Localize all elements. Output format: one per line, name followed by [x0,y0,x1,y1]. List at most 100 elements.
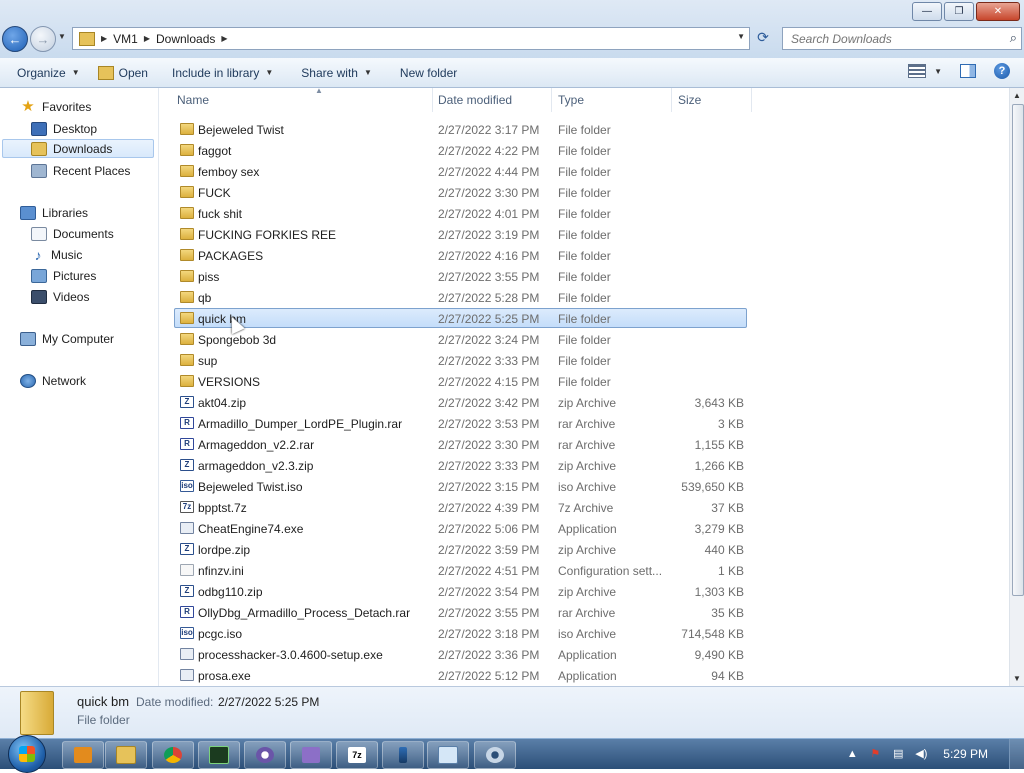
file-size: 94 KB [711,669,744,683]
file-row[interactable]: 7z bpptst.7z 2/27/2022 4:39 PM 7z Archive 37… [174,497,747,517]
refresh-button[interactable]: ⟳ [752,27,774,48]
chevron-right-icon[interactable]: ▶ [221,34,227,43]
file-row[interactable]: R OllyDbg_Armadillo_Process_Detach.rar 2/2… [174,602,747,622]
network-status-icon[interactable]: ▤ [891,747,905,761]
nav-downloads[interactable]: Downloads [2,139,154,158]
help-icon[interactable]: ? [994,63,1010,79]
file-row[interactable]: CheatEngine74.exe 2/27/2022 5:06 PM Applic… [174,518,747,538]
file-row[interactable]: VERSIONS 2/27/2022 4:15 PM File folder [174,371,747,391]
start-button[interactable] [8,735,46,773]
file-name: faggot [198,144,232,158]
maximize-button[interactable]: ❐ [944,2,974,21]
file-row[interactable]: R Armadillo_Dumper_LordPE_Plugin.rar 2/27/… [174,413,747,433]
organize-button[interactable]: Organize ▼ [8,61,89,85]
search-input[interactable] [789,30,1003,47]
file-row[interactable]: R Armageddon_v2.2.rar 2/27/2022 3:30 PM rar… [174,434,747,454]
taskbar-app-media-player[interactable] [62,741,104,769]
file-row[interactable]: fuck shit 2/27/2022 4:01 PM File folder [174,203,747,223]
column-header-date-modified[interactable]: Date modified [438,88,552,112]
taskbar-app-tool-gear[interactable] [244,741,286,769]
nav-favorites[interactable]: ★ Favorites [20,97,91,116]
file-date: 2/27/2022 3:42 PM [438,396,540,410]
file-name: pcgc.iso [198,627,243,641]
open-button[interactable]: Open [89,61,157,85]
search-box[interactable]: ⌕ [782,27,1022,50]
taskbar-app-chrome[interactable] [152,741,194,769]
taskbar: 7z ▲ ⚑ ▤ ◀) 5:29 PM [0,735,1024,773]
new-folder-button[interactable]: New folder [391,61,466,85]
taskbar-app-editor[interactable] [290,741,332,769]
file-row[interactable]: Zarmageddon_v2.3.zip 2/27/2022 3:33 PM zip… [174,455,747,475]
address-bar[interactable]: ▶ VM1 ▶ Downloads ▶ ▼ [72,27,750,50]
nav-libraries[interactable]: Libraries [20,203,88,222]
breadcrumb-vm1[interactable]: VM1 [113,32,138,46]
breadcrumb-downloads[interactable]: Downloads [156,32,215,46]
column-header-type[interactable]: Type [558,88,672,112]
file-row[interactable]: prosa.exe 2/27/2022 5:12 PM Application 94 … [174,665,747,685]
nav-pictures[interactable]: Pictures [31,266,96,285]
action-center-flag-icon[interactable]: ⚑ [868,747,882,761]
file-type: File folder [558,123,611,137]
taskbar-app-pen-tool[interactable] [382,741,424,769]
back-button[interactable]: ← [2,26,28,52]
folder-icon [116,746,136,764]
file-row[interactable]: qb 2/27/2022 5:28 PM File folder [174,287,747,307]
file-row[interactable]: femboy sex 2/27/2022 4:44 PM File folder [174,161,747,181]
column-header-size[interactable]: Size [678,88,752,112]
taskbar-app-file-explorer[interactable] [105,741,147,769]
vertical-scrollbar[interactable]: ▲ ▼ [1009,88,1024,686]
file-row[interactable]: PACKAGES 2/27/2022 4:16 PM File folder [174,245,747,265]
taskbar-app-settings-gear[interactable] [474,741,516,769]
clock[interactable]: 5:29 PM [943,747,988,761]
scroll-up-icon[interactable]: ▲ [1013,91,1021,100]
volume-icon[interactable]: ◀) [914,747,928,761]
forward-button[interactable]: → [30,26,56,52]
chevron-right-icon[interactable]: ▶ [101,34,107,43]
show-hidden-icons-icon[interactable]: ▲ [845,747,859,761]
file-row[interactable]: sup 2/27/2022 3:33 PM File folder [174,350,747,370]
file-row[interactable]: FUCKING FORKIES REE 2/27/2022 3:19 PM File… [174,224,747,244]
chevron-right-icon[interactable]: ▶ [144,34,150,43]
nav-network[interactable]: Network [20,371,86,390]
file-row[interactable]: Zlordpe.zip 2/27/2022 3:59 PM zip Archive 4… [174,539,747,559]
preview-pane-icon[interactable] [960,64,976,78]
share-with-button[interactable]: Share with ▼ [292,61,381,85]
column-header-name[interactable]: Name ▲ [177,86,433,112]
nav-my-computer-label: My Computer [42,331,115,346]
taskbar-app-terminal[interactable] [198,741,240,769]
search-icon[interactable]: ⌕ [1010,30,1017,46]
file-row[interactable]: Zodbg110.zip 2/27/2022 3:54 PM zip Archive… [174,581,747,601]
nav-documents[interactable]: Documents [31,224,114,243]
nav-recent-places[interactable]: Recent Places [31,161,130,180]
taskbar-app-7zip[interactable]: 7z [336,741,378,769]
file-row[interactable]: iso Bejeweled Twist.iso 2/27/2022 3:15 PM i… [174,476,747,496]
file-row[interactable]: processhacker-3.0.4600-setup.exe 2/27/202… [174,644,747,664]
scrollbar-thumb[interactable] [1012,104,1024,596]
include-in-library-button[interactable]: Include in library ▼ [163,61,282,85]
file-row[interactable]: faggot 2/27/2022 4:22 PM File folder [174,140,747,160]
file-row[interactable]: Bejeweled Twist 2/27/2022 3:17 PM File fol… [174,119,747,139]
file-row[interactable]: Zakt04.zip 2/27/2022 3:42 PM zip Archive 3,… [174,392,747,412]
videos-icon [31,289,47,304]
address-dropdown[interactable]: ▼ [737,32,745,41]
taskbar-app-notepad[interactable] [427,741,469,769]
show-desktop-button[interactable] [1009,739,1024,769]
organize-label: Organize [17,65,66,80]
nav-desktop[interactable]: Desktop [31,119,97,138]
scroll-down-icon[interactable]: ▼ [1013,674,1021,683]
media-player-icon [74,747,92,763]
nav-videos[interactable]: Videos [31,287,89,306]
nav-music[interactable]: ♪ Music [31,245,83,264]
file-row[interactable]: piss 2/27/2022 3:55 PM File folder [174,266,747,286]
file-row[interactable]: Spongebob 3d 2/27/2022 3:24 PM File folder [174,329,747,349]
file-row[interactable]: iso pcgc.iso 2/27/2022 3:18 PM iso Archive 7… [174,623,747,643]
change-view-button[interactable]: ▼ [908,64,942,78]
file-row[interactable]: FUCK 2/27/2022 3:30 PM File folder [174,182,747,202]
file-row[interactable]: nfinzv.ini 2/27/2022 4:51 PM Configuration… [174,560,747,580]
recent-pages-dropdown[interactable]: ▼ [58,32,66,41]
close-button[interactable]: ✕ [976,2,1020,21]
nav-my-computer[interactable]: My Computer [20,329,114,348]
minimize-button[interactable]: — [912,2,942,21]
libraries-icon [20,205,36,220]
file-row[interactable]: quick bm 2/27/2022 5:25 PM File folder [174,308,747,328]
